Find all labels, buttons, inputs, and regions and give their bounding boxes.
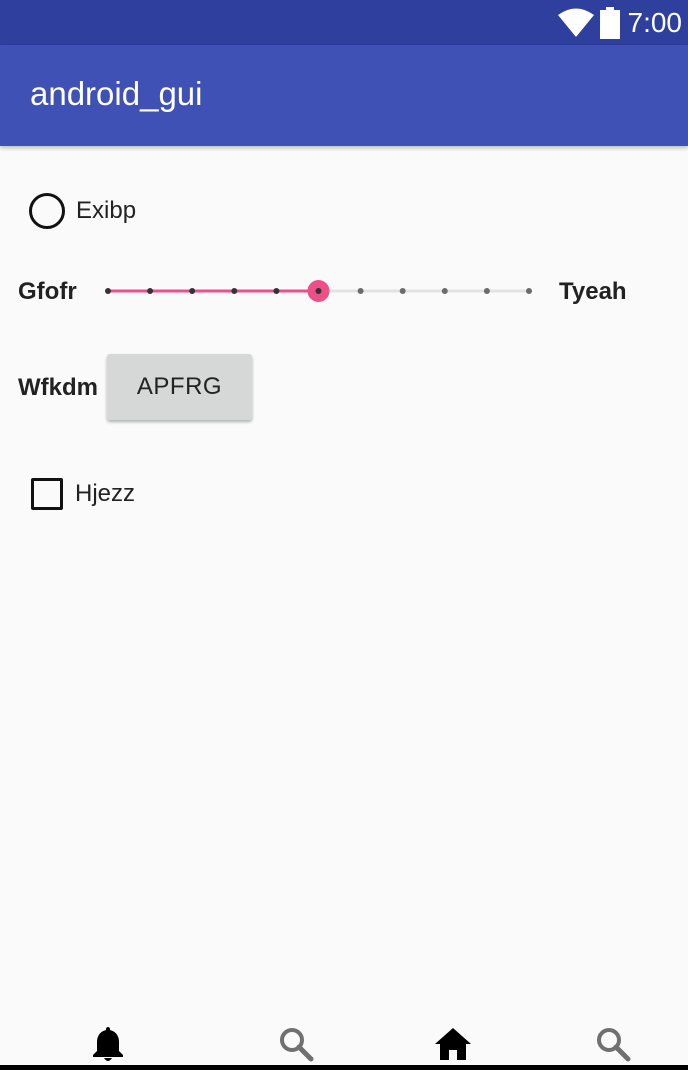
search-icon — [597, 1028, 631, 1062]
slider-tick — [483, 288, 490, 294]
slider-min-label: Gfofr — [18, 278, 77, 305]
nav-item-search[interactable] — [276, 1024, 316, 1064]
bottom-navigation — [0, 1018, 688, 1070]
checkbox-option[interactable]: Hjezz — [31, 478, 135, 510]
app-title: android_gui — [30, 75, 203, 112]
slider-tick — [315, 288, 322, 294]
slider-tick — [526, 288, 532, 294]
battery-icon — [599, 6, 620, 39]
checkbox-label: Hjezz — [75, 480, 136, 507]
search-icon — [280, 1028, 314, 1062]
radio-label: Exibp — [76, 197, 137, 224]
navigation-edge — [0, 1065, 688, 1070]
bell-icon — [93, 1027, 123, 1061]
wifi-icon — [557, 8, 594, 38]
slider-tick — [231, 288, 238, 294]
apfrg-button[interactable]: APFRG — [107, 354, 252, 420]
radio-option[interactable]: Exibp — [29, 193, 136, 229]
slider-tick — [105, 288, 111, 294]
app-bar: android_gui — [0, 45, 688, 146]
status-icons: 7:00 — [557, 0, 683, 45]
slider-row: Gfofr Tyeah — [0, 270, 688, 312]
nav-item-search-2[interactable] — [593, 1024, 633, 1064]
nav-item-home[interactable] — [433, 1024, 473, 1064]
slider-max-label: Tyeah — [559, 278, 627, 305]
slider-tick — [399, 288, 406, 294]
slider-tick — [357, 288, 364, 294]
checkbox[interactable] — [31, 478, 63, 510]
home-icon — [435, 1028, 471, 1060]
slider-tick — [189, 288, 196, 294]
slider-tick — [147, 288, 154, 294]
status-bar: 7:00 — [0, 0, 688, 45]
button-row-label: Wfkdm — [18, 374, 98, 401]
radio-button[interactable] — [29, 193, 65, 229]
discrete-slider[interactable] — [96, 270, 546, 312]
slider-tick — [273, 288, 280, 294]
slider-tick — [441, 288, 448, 294]
status-time: 7:00 — [627, 6, 683, 38]
nav-item-notifications[interactable] — [88, 1024, 128, 1064]
